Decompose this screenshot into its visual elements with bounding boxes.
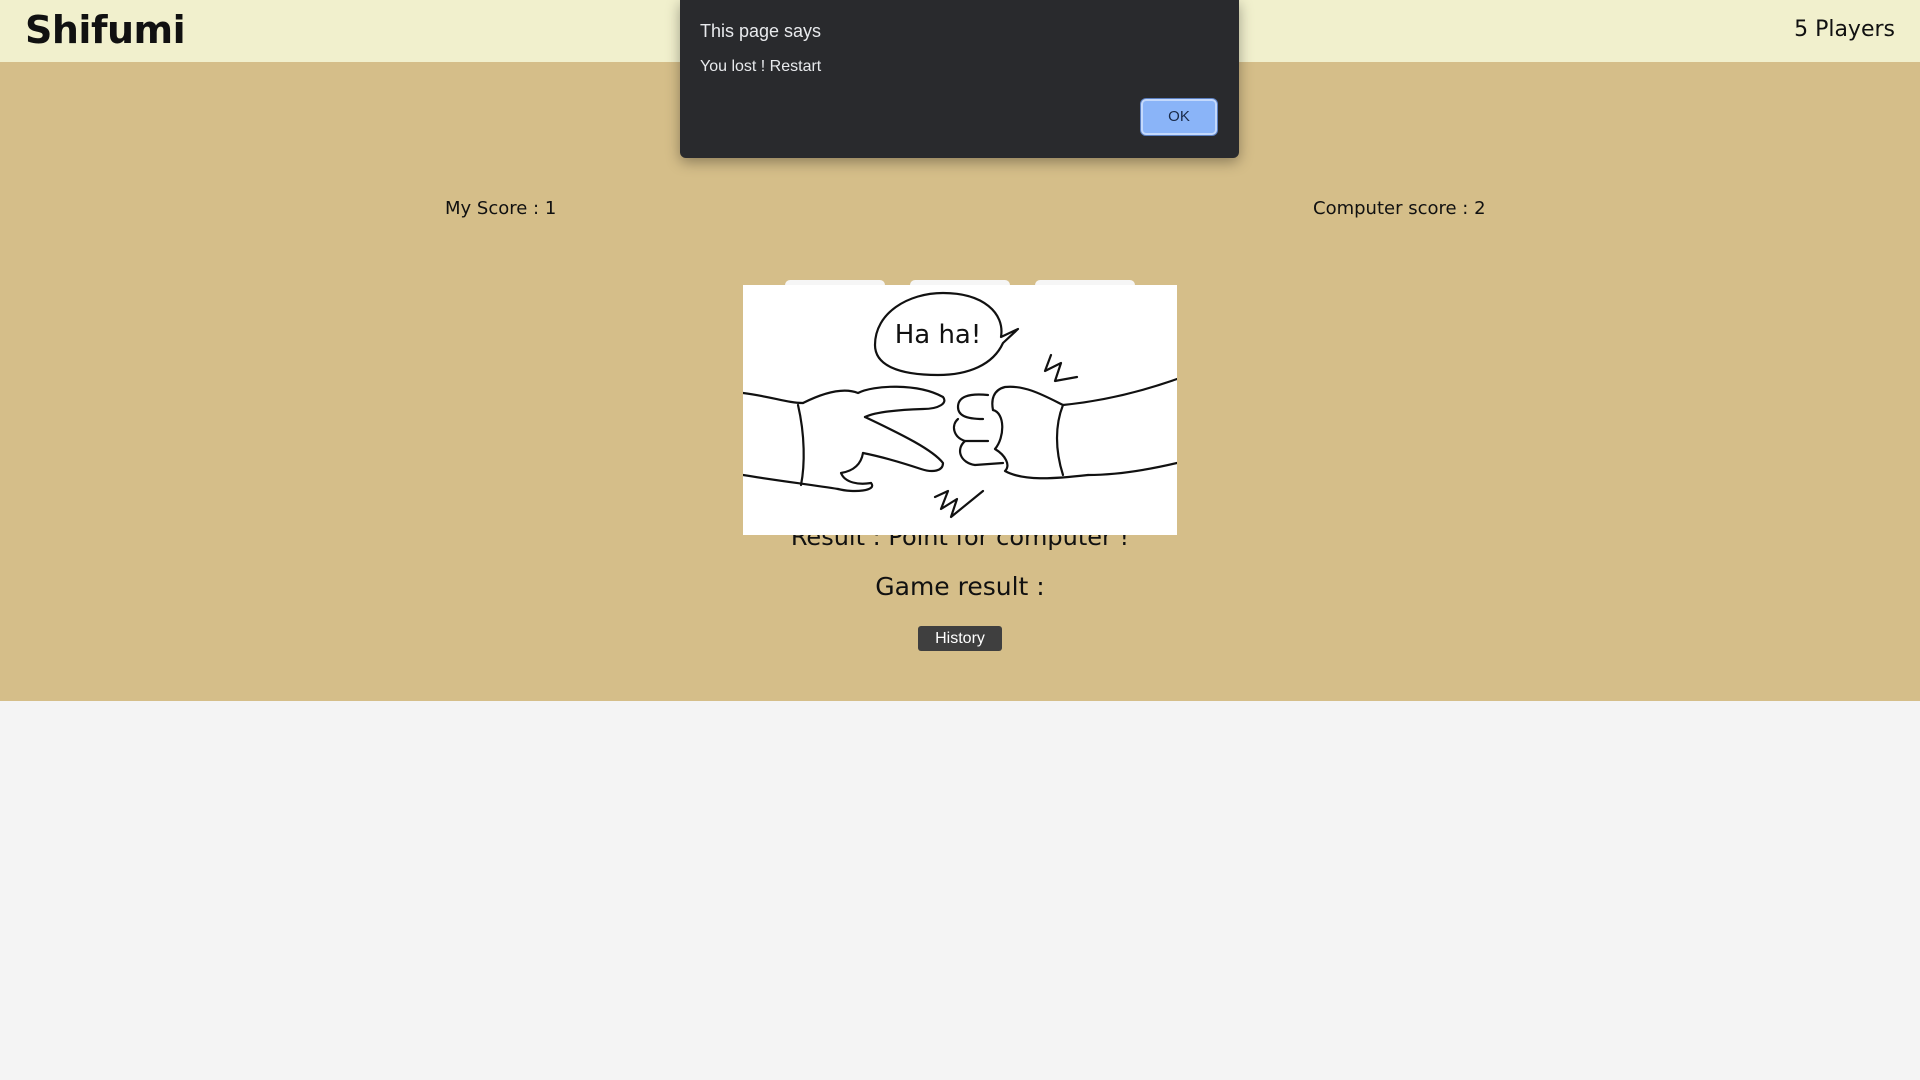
speech-bubble-text: Ha ha! xyxy=(895,320,982,350)
history-button[interactable]: History xyxy=(918,626,1002,651)
hands-illustration: Ha ha! xyxy=(743,291,1177,519)
result-illustration: Ha ha! xyxy=(743,285,1177,535)
alert-dialog: This page says You lost ! Restart OK xyxy=(680,0,1239,158)
my-score: My Score : 1 xyxy=(445,198,557,219)
ok-button[interactable]: OK xyxy=(1141,99,1217,135)
dialog-title: This page says xyxy=(700,21,822,41)
players-link[interactable]: 5 Players xyxy=(1794,17,1895,42)
brand-title[interactable]: Shifumi xyxy=(25,8,186,52)
dialog-message: You lost ! Restart xyxy=(700,58,822,75)
computer-score: Computer score : 2 xyxy=(1313,198,1486,219)
game-result: Game result : xyxy=(875,572,1045,601)
